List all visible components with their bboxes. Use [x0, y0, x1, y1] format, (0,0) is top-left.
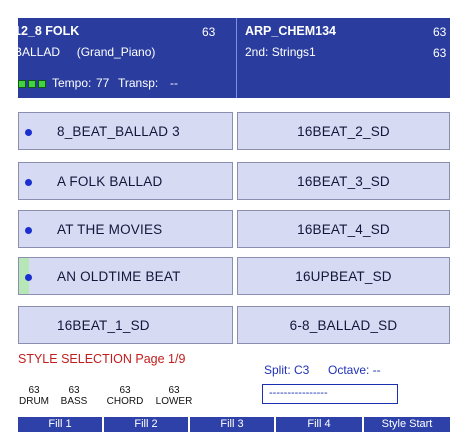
performance-number: 63: [433, 25, 447, 39]
selected-marker-icon: [25, 179, 32, 186]
lower-volume: 63: [168, 385, 180, 396]
octave-value: Octave: --: [328, 363, 381, 377]
style-name-field[interactable]: ----------------: [262, 384, 398, 404]
style-button-label: 16BEAT_3_SD: [297, 173, 390, 189]
style-button-label: 16BEAT_4_SD: [297, 221, 390, 237]
tempo-value: 77: [96, 76, 110, 90]
bass-part: 63 BASS: [54, 385, 94, 407]
tempo-label: Tempo:: [52, 76, 92, 90]
fill-4-button[interactable]: Fill 4: [276, 417, 364, 432]
style-button-label: AT THE MOVIES: [57, 221, 163, 237]
chord-part: 63 CHORD: [100, 385, 150, 407]
style-button-label: A FOLK BALLAD: [57, 173, 163, 189]
drum-label: DRUM: [19, 396, 49, 407]
style-button-6[interactable]: 16BEAT_2_SD: [237, 112, 450, 150]
style-button-label: 8_BEAT_BALLAD 3: [57, 123, 180, 139]
style-button-7[interactable]: 16BEAT_3_SD: [237, 162, 450, 200]
style-selection-screen: 12_8 FOLK 63 BALLAD (Grand_Piano) Tempo:…: [18, 18, 450, 432]
style-button-label: 16BEAT_2_SD: [297, 123, 390, 139]
chord-label: CHORD: [106, 396, 144, 407]
lower-label: LOWER: [155, 396, 193, 407]
selected-marker-icon: [25, 129, 32, 136]
tempo-beat-indicator: [18, 80, 46, 88]
style-button-label: 16UPBEAT_SD: [295, 268, 392, 284]
fill-2-button[interactable]: Fill 2: [104, 417, 190, 432]
style-button-3[interactable]: AT THE MOVIES: [18, 210, 233, 248]
chord-volume: 63: [119, 385, 131, 396]
split-point: Split: C3: [264, 363, 310, 377]
performance-title: ARP_CHEM134: [245, 24, 337, 38]
selected-marker-icon: [25, 274, 32, 281]
bass-volume: 63: [68, 385, 80, 396]
page-title: STYLE SELECTION Page 1/9: [18, 352, 186, 366]
drum-volume: 63: [28, 385, 40, 396]
transpose-value: --: [170, 76, 178, 90]
current-style-name: 12_8 FOLK: [18, 24, 80, 38]
style-button-label: 16BEAT_1_SD: [57, 317, 150, 333]
status-header: 12_8 FOLK 63 BALLAD (Grand_Piano) Tempo:…: [18, 18, 450, 98]
selected-marker-icon: [25, 227, 32, 234]
fill-button-bar: Fill 1 Fill 2 Fill 3 Fill 4 Style Start: [18, 417, 450, 432]
transpose-label: Transp:: [118, 76, 159, 90]
performance-panel[interactable]: ARP_CHEM134 63 2nd: Strings1 63: [236, 18, 450, 98]
current-style-panel[interactable]: 12_8 FOLK 63 BALLAD (Grand_Piano) Tempo:…: [18, 18, 234, 98]
drum-part: 63 DRUM: [18, 385, 54, 407]
style-button-10[interactable]: 6-8_BALLAD_SD: [237, 306, 450, 344]
fill-3-button[interactable]: Fill 3: [190, 417, 276, 432]
second-voice-number: 63: [433, 46, 447, 60]
style-button-9[interactable]: 16UPBEAT_SD: [237, 257, 450, 295]
style-start-button[interactable]: Style Start: [364, 417, 450, 432]
bass-label: BASS: [60, 396, 88, 407]
style-button-4[interactable]: AN OLDTIME BEAT: [18, 257, 233, 295]
current-style-number: 63: [202, 25, 216, 39]
style-button-1[interactable]: 8_BEAT_BALLAD 3: [18, 112, 233, 150]
fill-1-button[interactable]: Fill 1: [18, 417, 104, 432]
current-voice-line: BALLAD (Grand_Piano): [18, 45, 156, 59]
second-voice: 2nd: Strings1: [245, 45, 316, 59]
style-button-label: 6-8_BALLAD_SD: [289, 317, 398, 333]
style-button-8[interactable]: 16BEAT_4_SD: [237, 210, 450, 248]
style-button-5[interactable]: 16BEAT_1_SD: [18, 306, 233, 344]
lower-part: 63 LOWER: [148, 385, 200, 407]
style-button-label: AN OLDTIME BEAT: [57, 268, 181, 284]
style-button-2[interactable]: A FOLK BALLAD: [18, 162, 233, 200]
